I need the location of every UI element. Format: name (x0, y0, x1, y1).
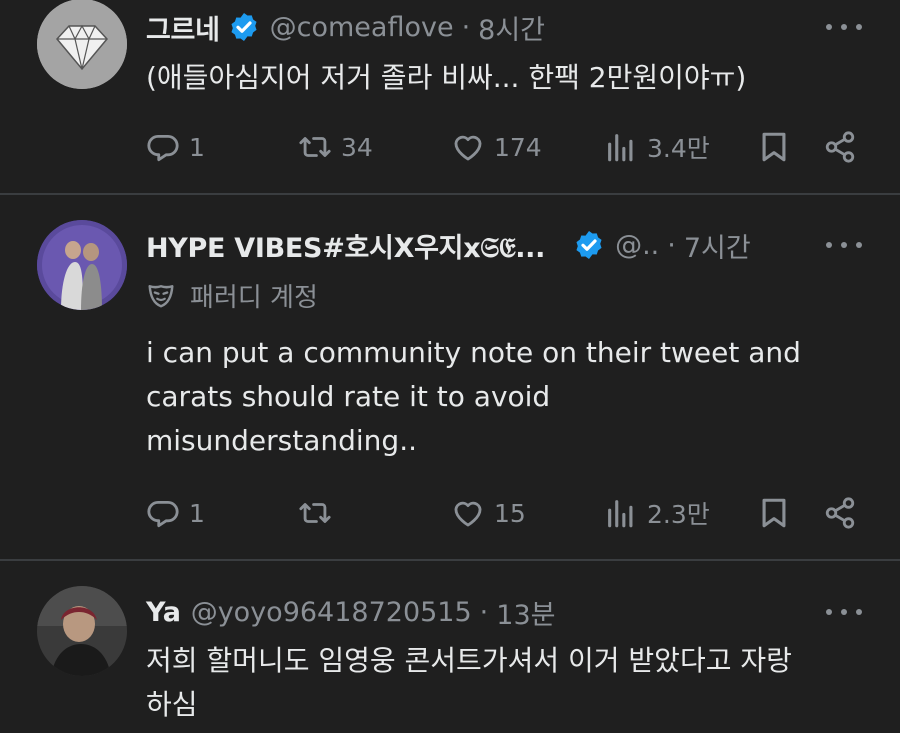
more-icon[interactable] (826, 606, 862, 618)
like-count: 174 (494, 132, 542, 162)
tweet-text-line: carats should rate it to avoid (146, 380, 551, 413)
tweet-text: 저희 할머니도 임영웅 콘서트가셔서 이거 받았다고 자랑 하심 (146, 639, 866, 727)
avatar[interactable] (37, 0, 127, 89)
more-icon[interactable] (826, 21, 862, 33)
bookmark-button[interactable] (757, 127, 791, 167)
share-button[interactable] (823, 127, 857, 167)
tweet-text-line: i can put a community note on their twee… (146, 336, 801, 369)
tweet-1[interactable]: 그르네 @comeaflove · 8시간 (애들아심지어 저거 졸라 비싸..… (0, 0, 900, 193)
retweet-icon (298, 130, 332, 164)
views-icon (604, 496, 638, 530)
verified-badge-icon (573, 229, 605, 261)
bookmark-button[interactable] (757, 493, 791, 533)
handle[interactable]: @.. (615, 230, 659, 261)
tweet-text-line: misunderstanding.. (146, 424, 417, 457)
share-icon (823, 130, 857, 164)
share-icon (823, 496, 857, 530)
avatar[interactable] (37, 586, 127, 676)
share-button[interactable] (823, 493, 857, 533)
views-button[interactable]: 3.4만 (604, 127, 710, 167)
reply-icon (146, 130, 180, 164)
display-name[interactable]: Ya (146, 597, 181, 628)
like-count: 15 (494, 498, 526, 528)
views-button[interactable]: 2.3만 (604, 493, 710, 533)
retweet-icon (298, 496, 332, 530)
views-icon (604, 130, 638, 164)
tweet-text-line: 하심 (146, 688, 198, 721)
display-name[interactable]: 그르네 (146, 8, 220, 47)
timestamp[interactable]: 8시간 (478, 8, 545, 47)
parody-label: 패러디 계정 (146, 277, 318, 313)
timestamp[interactable]: 13분 (496, 593, 555, 632)
tweet-text: i can put a community note on their twee… (146, 331, 866, 463)
avatar-image (37, 220, 127, 310)
avatar-image (37, 586, 127, 676)
handle[interactable]: @yoyo96418720515 (191, 597, 472, 628)
avatar[interactable] (37, 220, 127, 310)
tweet-text: (애들아심지어 저거 졸라 비싸... 한팩 2만원이야ㅠ) (146, 61, 747, 94)
reply-button[interactable]: 1 (146, 127, 205, 167)
like-button[interactable]: 15 (451, 493, 526, 533)
view-count: 3.4만 (647, 134, 710, 163)
tweet-text-line: 저희 할머니도 임영웅 콘서트가셔서 이거 받았다고 자랑 (146, 644, 792, 677)
separator: · (667, 229, 676, 261)
heart-icon (451, 130, 485, 164)
heart-icon (451, 496, 485, 530)
diamond-avatar-image (37, 0, 127, 89)
verified-badge-icon (228, 11, 260, 43)
separator: · (479, 596, 489, 628)
like-button[interactable]: 174 (451, 127, 542, 167)
view-count: 2.3만 (647, 500, 710, 529)
bookmark-icon (757, 130, 791, 164)
tweet-3[interactable]: Ya @yoyo96418720515 · 13분 저희 할머니도 임영웅 콘서… (0, 561, 900, 733)
tweet-actions: 1 15 2.3만 (146, 493, 866, 533)
reply-icon (146, 496, 180, 530)
display-name[interactable]: HYPE VIBES#호시X우지x𝔖𝔈... (146, 226, 545, 265)
bookmark-icon (757, 496, 791, 530)
tweet-2[interactable]: HYPE VIBES#호시X우지x𝔖𝔈... @.. · 7시간 패러디 계정 … (0, 195, 900, 559)
tweet-actions: 1 34 174 3.4만 (146, 127, 866, 167)
parody-mask-icon (148, 285, 174, 308)
retweet-button[interactable] (298, 493, 341, 533)
parody-label-text: 패러디 계정 (190, 282, 318, 313)
handle[interactable]: @comeaflove (270, 12, 454, 43)
retweet-count: 34 (341, 132, 373, 162)
retweet-button[interactable]: 34 (298, 127, 373, 167)
more-icon[interactable] (826, 239, 862, 251)
separator: · (461, 11, 471, 43)
reply-count: 1 (189, 498, 205, 528)
timestamp[interactable]: 7시간 (684, 226, 751, 265)
reply-count: 1 (189, 132, 205, 162)
reply-button[interactable]: 1 (146, 493, 205, 533)
